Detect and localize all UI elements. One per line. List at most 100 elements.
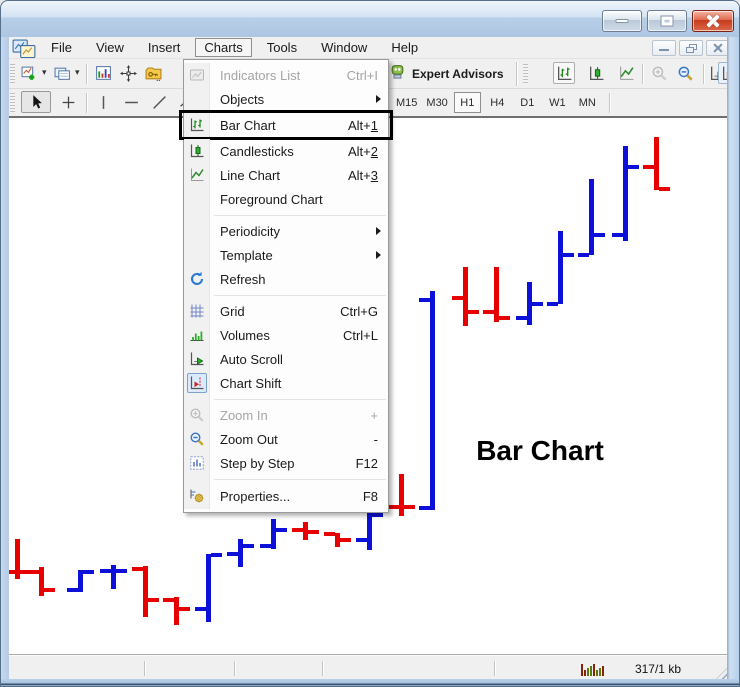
menu-item-zoom-out[interactable]: Zoom Out- <box>184 427 388 451</box>
crosshair-target-button[interactable] <box>117 62 139 84</box>
menu-item-label: Grid <box>220 304 245 319</box>
menu-item-bar-chart[interactable]: Bar ChartAlt+1 <box>184 111 388 139</box>
ohlc-bar <box>589 179 594 255</box>
menu-charts[interactable]: Charts <box>195 38 251 57</box>
maximize-button[interactable] <box>647 10 687 32</box>
menu-help[interactable]: Help <box>382 38 427 57</box>
menu-separator <box>184 291 388 299</box>
ohlc-tick <box>148 598 159 602</box>
application-window: File View Insert Charts Tools Window Hel… <box>0 0 740 687</box>
app-logo-icon <box>12 39 36 57</box>
menu-insert[interactable]: Insert <box>139 38 190 57</box>
menu-separator <box>184 475 388 483</box>
timeframe-button-d1[interactable]: D1 <box>514 92 541 113</box>
menu-item-template[interactable]: Template <box>184 243 388 267</box>
zoom-out-button[interactable] <box>674 62 696 84</box>
ohlc-tick <box>83 570 94 574</box>
trendline-tool-button[interactable] <box>148 91 170 113</box>
menu-item-shortcut: Ctrl+G <box>340 304 378 319</box>
key-folder-button[interactable] <box>142 62 164 84</box>
timeframe-button-mn[interactable]: MN <box>574 92 601 113</box>
ohlc-bar <box>623 146 628 241</box>
menu-window[interactable]: Window <box>312 38 376 57</box>
menu-item-line-chart[interactable]: Line ChartAlt+3 <box>184 163 388 187</box>
ohlc-tick <box>211 553 222 557</box>
menu-item-periodicity[interactable]: Periodicity <box>184 219 388 243</box>
ohlc-tick <box>532 302 543 306</box>
menu-item-step-by-step[interactable]: Step by StepF12 <box>184 451 388 475</box>
ohlc-bar <box>558 231 563 304</box>
ohlc-tick <box>419 506 430 510</box>
auto-scroll-icon <box>187 349 207 369</box>
vertical-line-tool-button[interactable] <box>92 91 114 113</box>
menu-tools[interactable]: Tools <box>258 38 306 57</box>
minimize-button[interactable] <box>602 10 642 32</box>
ohlc-tick <box>292 528 303 532</box>
menu-item-label: Indicators List <box>220 68 300 83</box>
charts-dropdown-menu: Indicators List Ctrl+I Objects Bar ChartAlt… <box>183 59 389 513</box>
candlestick-mode-button[interactable] <box>585 62 607 84</box>
menu-separator <box>184 395 388 403</box>
ohlc-bar <box>494 267 499 322</box>
menu-item-label: Objects <box>220 92 264 107</box>
properties-icon <box>187 486 207 506</box>
ohlc-tick <box>468 310 479 314</box>
menu-item-shortcut: Ctrl+I <box>347 68 378 83</box>
menu-item-shortcut: Alt+1 <box>348 118 378 133</box>
menu-item-candlesticks[interactable]: CandlesticksAlt+2 <box>184 139 388 163</box>
menu-item-volumes[interactable]: VolumesCtrl+L <box>184 323 388 347</box>
dropdown-arrow-icon[interactable]: ▾ <box>75 67 80 78</box>
step-by-step-icon <box>187 453 207 473</box>
menu-file[interactable]: File <box>42 38 81 57</box>
timeframe-button-m15[interactable]: M15 <box>393 92 420 113</box>
toolbar-grip[interactable] <box>523 64 528 84</box>
menu-item-chart-shift[interactable]: Chart Shift <box>184 371 388 395</box>
mdi-restore-button[interactable] <box>679 40 703 56</box>
menu-item-properties[interactable]: Properties...F8 <box>184 483 388 509</box>
grid-icon <box>187 301 207 321</box>
ohlc-bar <box>367 512 372 550</box>
menu-item-grid[interactable]: Grid Ctrl+G <box>184 299 388 323</box>
ohlc-bar <box>463 267 468 326</box>
ohlc-tick <box>324 532 335 536</box>
horizontal-line-tool-button[interactable] <box>120 91 142 113</box>
zoom-in-button[interactable] <box>648 62 670 84</box>
menu-item-label: Refresh <box>220 272 266 287</box>
menu-item-foreground-chart[interactable]: Foreground Chart <box>184 187 388 211</box>
menu-view[interactable]: View <box>87 38 133 57</box>
toolbar-grip[interactable] <box>10 64 15 84</box>
ohlc-tick <box>340 538 351 542</box>
line-chart-icon <box>187 165 207 185</box>
mdi-minimize-button[interactable] <box>652 40 676 56</box>
traffic-size-text: 317/1 kb <box>635 662 681 676</box>
timeframe-button-h1[interactable]: H1 <box>454 92 481 113</box>
ohlc-tick <box>116 569 127 573</box>
menu-item-objects[interactable]: Objects <box>184 87 388 111</box>
crosshair-tool-button[interactable] <box>57 91 79 113</box>
menu-item-indicators-list: Indicators List Ctrl+I <box>184 63 388 87</box>
ohlc-tick <box>100 569 111 573</box>
bar-chart-mode-button[interactable] <box>553 62 575 84</box>
toolbar-grip[interactable] <box>10 93 15 113</box>
ohlc-tick <box>563 253 574 257</box>
cursor-tool-button[interactable] <box>21 91 51 113</box>
timeframe-button-m30[interactable]: M30 <box>423 92 450 113</box>
close-button[interactable] <box>692 10 734 32</box>
ohlc-tick <box>628 165 639 169</box>
dropdown-arrow-icon[interactable]: ▾ <box>42 67 47 78</box>
menu-item-label: Line Chart <box>220 168 280 183</box>
profiles-button[interactable] <box>51 62 73 84</box>
expert-advisors-button[interactable]: Expert Advisors <box>385 62 517 86</box>
line-chart-mode-button[interactable] <box>615 62 637 84</box>
timeframe-button-h4[interactable]: H4 <box>484 92 511 113</box>
market-watch-button[interactable] <box>92 62 114 84</box>
timeframe-button-w1[interactable]: W1 <box>544 92 571 113</box>
ohlc-tick <box>243 544 254 548</box>
new-chart-button[interactable] <box>18 62 40 84</box>
menu-item-refresh[interactable]: Refresh <box>184 267 388 291</box>
ohlc-tick <box>163 598 174 602</box>
menu-item-shortcut: F8 <box>363 489 378 504</box>
menu-item-shortcut: + <box>370 408 378 423</box>
ohlc-tick <box>28 570 39 574</box>
menu-item-auto-scroll[interactable]: Auto Scroll <box>184 347 388 371</box>
